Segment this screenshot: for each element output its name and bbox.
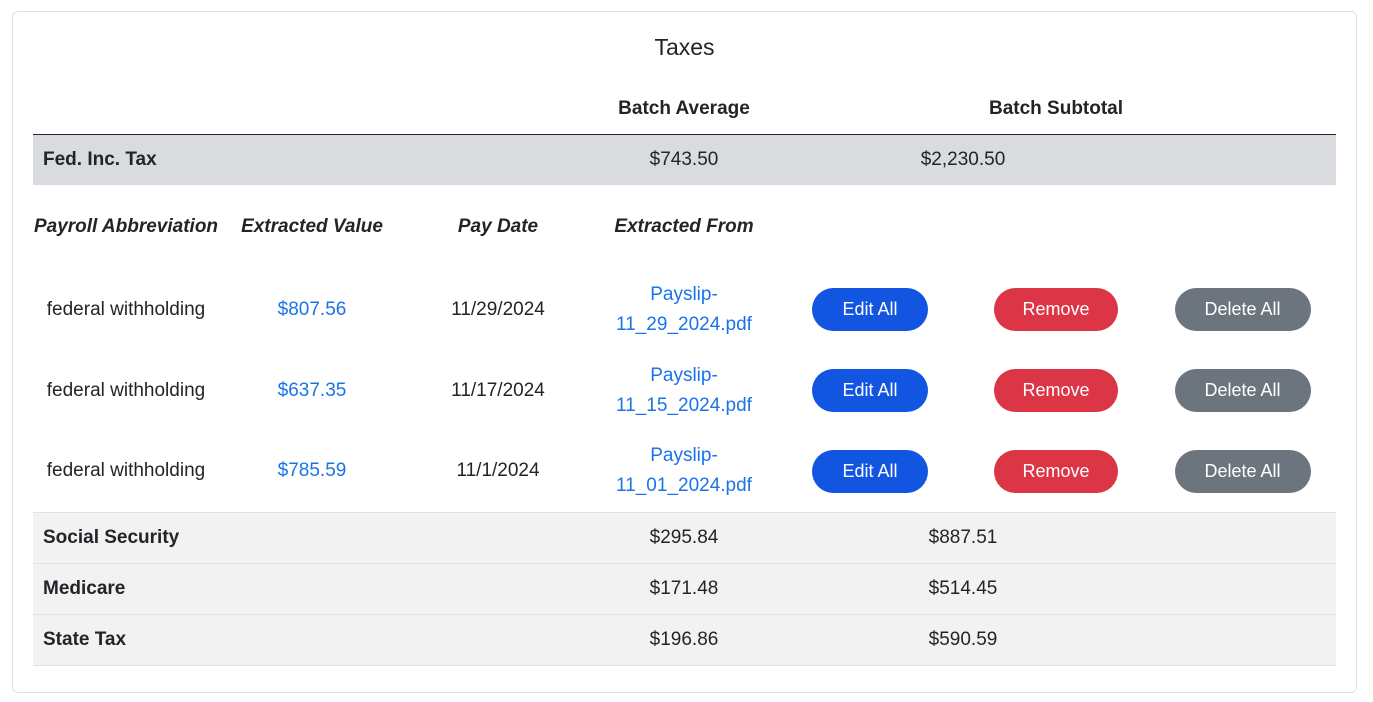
empty-cell (963, 185, 1149, 269)
edit-cell: Edit All (777, 431, 963, 512)
remove-button[interactable]: Remove (994, 369, 1118, 412)
source-file-link[interactable]: Payslip-11_29_2024.pdf (591, 269, 777, 350)
pay-date: 11/29/2024 (451, 298, 545, 320)
table-row: federal withholding $637.35 11/17/2024 P… (33, 350, 1336, 431)
detail-header-extracted-from: Extracted From (614, 216, 754, 237)
remove-button[interactable]: Remove (994, 288, 1118, 331)
extracted-value-link[interactable]: $807.56 (219, 269, 405, 350)
source-file-link[interactable]: Payslip-11_15_2024.pdf (591, 350, 777, 431)
extracted-value-link[interactable]: $637.35 (219, 350, 405, 431)
delete-cell: Delete All (1149, 350, 1336, 431)
header-empty (777, 84, 963, 135)
edit-all-button[interactable]: Edit All (812, 288, 928, 331)
payroll-abbreviation: federal withholding (46, 298, 206, 320)
empty-cell (1149, 134, 1336, 185)
tax-category-name: Social Security (33, 511, 591, 564)
tax-batch-subtotal: $2,230.50 (777, 134, 1149, 185)
tax-batch-subtotal: $887.51 (777, 511, 1149, 564)
empty-cell (1149, 614, 1336, 666)
empty-cell (1149, 563, 1336, 615)
taxes-card: Taxes Batch Average Batch Subtotal Fed. … (12, 11, 1357, 693)
pay-date: 11/1/2024 (456, 460, 540, 482)
empty-cell (777, 185, 963, 269)
tax-batch-average: $171.48 (591, 563, 777, 615)
edit-cell: Edit All (777, 269, 963, 350)
header-empty (405, 84, 591, 135)
tax-batch-average: $743.50 (591, 134, 777, 185)
remove-cell: Remove (963, 269, 1149, 350)
tax-category-name: Fed. Inc. Tax (33, 134, 591, 185)
source-file-link[interactable]: Payslip-11_01_2024.pdf (591, 431, 777, 512)
tax-category-row[interactable]: Medicare $171.48 $514.45 (33, 563, 1336, 615)
payroll-abbreviation: federal withholding (46, 379, 206, 401)
detail-header-abbreviation: Payroll Abbreviation (33, 216, 219, 237)
tax-batch-subtotal: $590.59 (777, 614, 1149, 666)
edit-all-button[interactable]: Edit All (812, 449, 928, 493)
tax-category-name: Medicare (33, 563, 591, 615)
tax-batch-subtotal: $514.45 (777, 563, 1149, 615)
table-header-row: Batch Average Batch Subtotal (33, 84, 1336, 135)
header-empty (1149, 84, 1336, 135)
table-row: federal withholding $785.59 11/1/2024 Pa… (33, 431, 1336, 512)
detail-header-pay-date: Pay Date (457, 216, 539, 237)
tax-category-row[interactable]: Fed. Inc. Tax $743.50 $2,230.50 (33, 134, 1336, 185)
edit-cell: Edit All (777, 350, 963, 431)
header-empty (219, 84, 405, 135)
empty-cell (1149, 185, 1336, 269)
detail-header-row: Payroll Abbreviation Extracted Value Pay… (33, 185, 1336, 269)
remove-cell: Remove (963, 431, 1149, 512)
table-row: federal withholding $807.56 11/29/2024 P… (33, 269, 1336, 350)
delete-all-button[interactable]: Delete All (1174, 288, 1311, 331)
tax-batch-average: $196.86 (591, 614, 777, 666)
delete-all-button[interactable]: Delete All (1174, 369, 1311, 412)
empty-cell (1149, 511, 1336, 564)
tax-category-row[interactable]: Social Security $295.84 $887.51 (33, 511, 1336, 564)
header-empty (33, 84, 219, 135)
extracted-value-link[interactable]: $785.59 (219, 431, 405, 512)
tax-batch-average: $295.84 (591, 511, 777, 564)
delete-all-button[interactable]: Delete All (1174, 449, 1311, 493)
header-batch-subtotal: Batch Subtotal (963, 84, 1149, 135)
header-batch-average: Batch Average (591, 84, 777, 135)
tax-category-name: State Tax (33, 614, 591, 666)
detail-header-extracted-value: Extracted Value (241, 216, 383, 237)
taxes-table: Batch Average Batch Subtotal Fed. Inc. T… (33, 84, 1336, 666)
delete-cell: Delete All (1149, 431, 1336, 512)
tax-category-row[interactable]: State Tax $196.86 $590.59 (33, 614, 1336, 666)
page-title: Taxes (654, 34, 715, 60)
edit-all-button[interactable]: Edit All (812, 369, 928, 412)
taxes-table-container: Batch Average Batch Subtotal Fed. Inc. T… (33, 84, 1336, 666)
pay-date: 11/17/2024 (451, 379, 545, 401)
remove-button[interactable]: Remove (994, 449, 1118, 493)
remove-cell: Remove (963, 350, 1149, 431)
delete-cell: Delete All (1149, 269, 1336, 350)
payroll-abbreviation: federal withholding (46, 460, 206, 482)
